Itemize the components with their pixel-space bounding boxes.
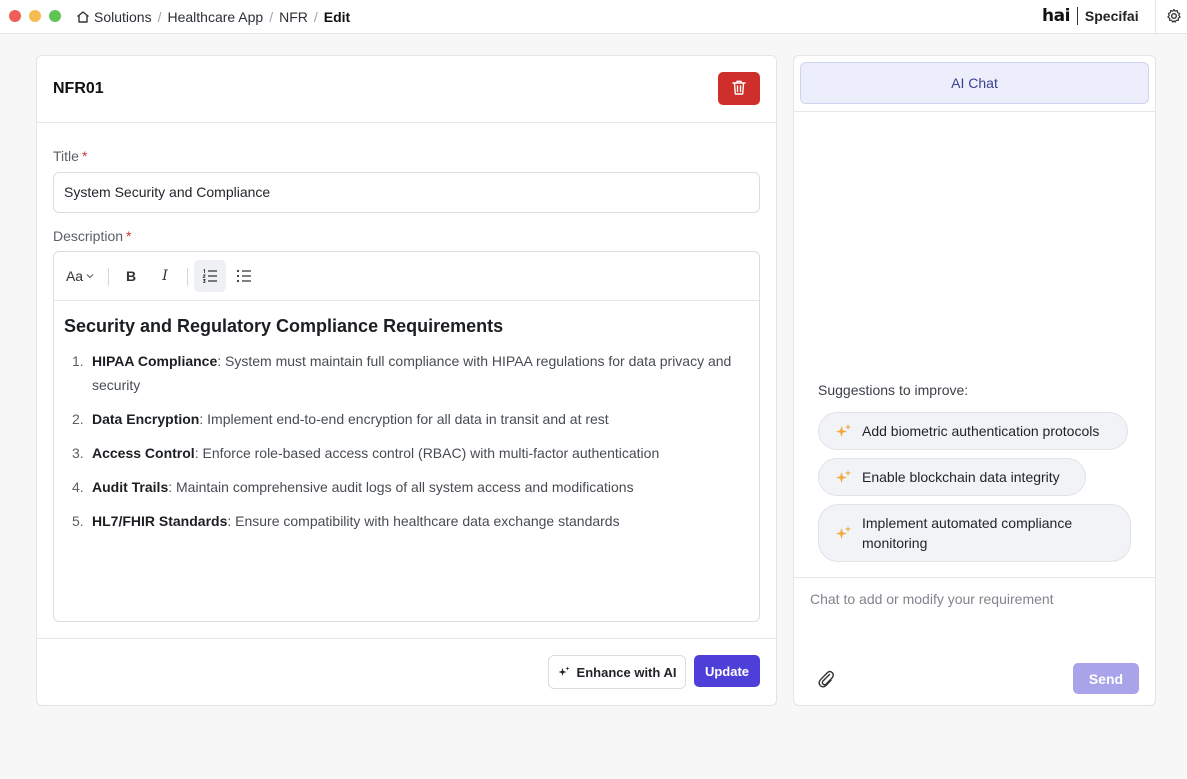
item-key: Audit Trails xyxy=(92,479,169,495)
breadcrumb-solutions[interactable]: Solutions xyxy=(94,9,152,25)
enhance-label: Enhance with AI xyxy=(576,664,677,680)
item-text: : Maintain comprehensive audit logs of a… xyxy=(168,479,634,495)
list-item: 5. HL7/FHIR Standards: Ensure compatibili… xyxy=(64,509,734,533)
title-bar: Solutions / Healthcare App / NFR / Edit … xyxy=(0,0,1187,34)
suggestion-text: Implement automated compliance monitorin… xyxy=(862,515,1073,551)
window-close-button[interactable] xyxy=(9,10,21,22)
item-text: : Ensure compatibility with healthcare d… xyxy=(227,513,620,529)
paperclip-icon[interactable] xyxy=(817,669,835,689)
suggestion-text: Add biometric authentication protocols xyxy=(862,423,1100,439)
chevron-down-icon xyxy=(86,273,94,279)
suggestion-text: Enable blockchain data integrity xyxy=(862,469,1060,485)
breadcrumb-healthcare-app[interactable]: Healthcare App xyxy=(167,9,263,25)
sparkle-icon xyxy=(835,423,862,440)
bullet-list-icon xyxy=(236,269,252,283)
list-number: 3. xyxy=(72,445,84,461)
suggestion-chip[interactable]: Implement automated compliance monitorin… xyxy=(818,504,1131,562)
document-heading: Security and Regulatory Compliance Requi… xyxy=(64,316,504,336)
title-label-text: Title xyxy=(53,148,79,164)
italic-button[interactable]: I xyxy=(150,260,180,292)
trash-icon xyxy=(731,79,747,99)
description-editor[interactable]: Aa B I Security and Regulatory Complianc… xyxy=(53,251,760,622)
send-button[interactable]: Send xyxy=(1073,663,1139,694)
ordered-list-icon xyxy=(202,269,218,283)
font-style-dropdown[interactable]: Aa xyxy=(60,260,100,292)
home-icon[interactable] xyxy=(76,10,90,24)
suggestion-chip[interactable]: Add biometric authentication protocols xyxy=(818,412,1128,450)
description-label: Description * xyxy=(53,228,131,244)
editor-toolbar: Aa B I xyxy=(54,252,759,301)
toolbar-divider xyxy=(108,268,109,286)
breadcrumb-nfr[interactable]: NFR xyxy=(279,9,308,25)
title-input[interactable]: System Security and Compliance xyxy=(53,172,760,213)
bullet-list-button[interactable] xyxy=(228,260,260,292)
item-key: Access Control xyxy=(92,445,195,461)
divider xyxy=(794,577,1155,578)
list-item: 3. Access Control: Enforce role-based acc… xyxy=(64,441,734,465)
sparkle-icon xyxy=(835,525,862,542)
card-footer-divider xyxy=(37,638,776,639)
window-minimize-button[interactable] xyxy=(29,10,41,22)
ordered-list-button[interactable] xyxy=(194,260,226,292)
breadcrumb: Solutions / Healthcare App / NFR / Edit xyxy=(76,8,350,25)
brand-logo: hai Specifai xyxy=(1042,6,1139,26)
hai-logo: hai xyxy=(1042,6,1070,26)
requirement-list: 1. HIPAA Compliance: System must maintain… xyxy=(64,349,734,543)
enhance-with-ai-button[interactable]: Enhance with AI xyxy=(548,655,686,689)
title-label: Title * xyxy=(53,148,87,164)
update-button[interactable]: Update xyxy=(694,655,760,687)
toolbar-divider xyxy=(187,268,188,286)
ai-chat-panel: AI Chat Suggestions to improve: Add biom… xyxy=(793,55,1156,706)
suggestions-title: Suggestions to improve: xyxy=(818,382,969,398)
breadcrumb-separator: / xyxy=(157,8,162,25)
breadcrumb-edit: Edit xyxy=(323,8,351,25)
item-text: : Enforce role-based access control (RBA… xyxy=(194,445,660,461)
list-number: 2. xyxy=(72,411,84,427)
list-number: 4. xyxy=(72,479,84,495)
breadcrumb-separator: / xyxy=(269,8,274,25)
list-number: 5. xyxy=(72,513,84,529)
sparkle-icon xyxy=(558,666,577,678)
breadcrumb-separator: / xyxy=(313,8,318,25)
item-text: : Implement end-to-end encryption for al… xyxy=(199,411,609,427)
item-key: HL7/FHIR Standards xyxy=(92,513,228,529)
gear-icon[interactable] xyxy=(1166,8,1182,24)
list-item: 2. Data Encryption: Implement end-to-end … xyxy=(64,407,734,431)
list-item: 4. Audit Trails: Maintain comprehensive a… xyxy=(64,475,734,499)
font-style-label: Aa xyxy=(65,268,84,284)
list-item: 1. HIPAA Compliance: System must maintain… xyxy=(64,349,734,397)
item-key: Data Encryption xyxy=(92,411,200,427)
window-maximize-button[interactable] xyxy=(49,10,61,22)
bold-button[interactable]: B xyxy=(116,260,146,292)
requirement-card: NFR01 Title * System Security and Complia… xyxy=(36,55,777,706)
card-header: NFR01 xyxy=(37,56,776,123)
tab-ai-chat[interactable]: AI Chat xyxy=(800,62,1149,104)
divider xyxy=(794,111,1155,112)
brand-divider xyxy=(1076,7,1078,25)
list-number: 1. xyxy=(72,353,84,369)
item-key: HIPAA Compliance xyxy=(92,353,218,369)
chat-input[interactable]: Chat to add or modify your requirement xyxy=(810,591,1054,607)
suggestion-chip[interactable]: Enable blockchain data integrity xyxy=(818,458,1086,496)
required-marker: * xyxy=(126,228,132,244)
requirement-id: NFR01 xyxy=(53,80,104,97)
sparkle-icon xyxy=(835,469,862,486)
product-name: Specifai xyxy=(1084,8,1139,24)
description-label-text: Description xyxy=(53,228,124,244)
divider xyxy=(1155,0,1156,34)
delete-button[interactable] xyxy=(718,72,760,105)
required-marker: * xyxy=(81,148,88,164)
